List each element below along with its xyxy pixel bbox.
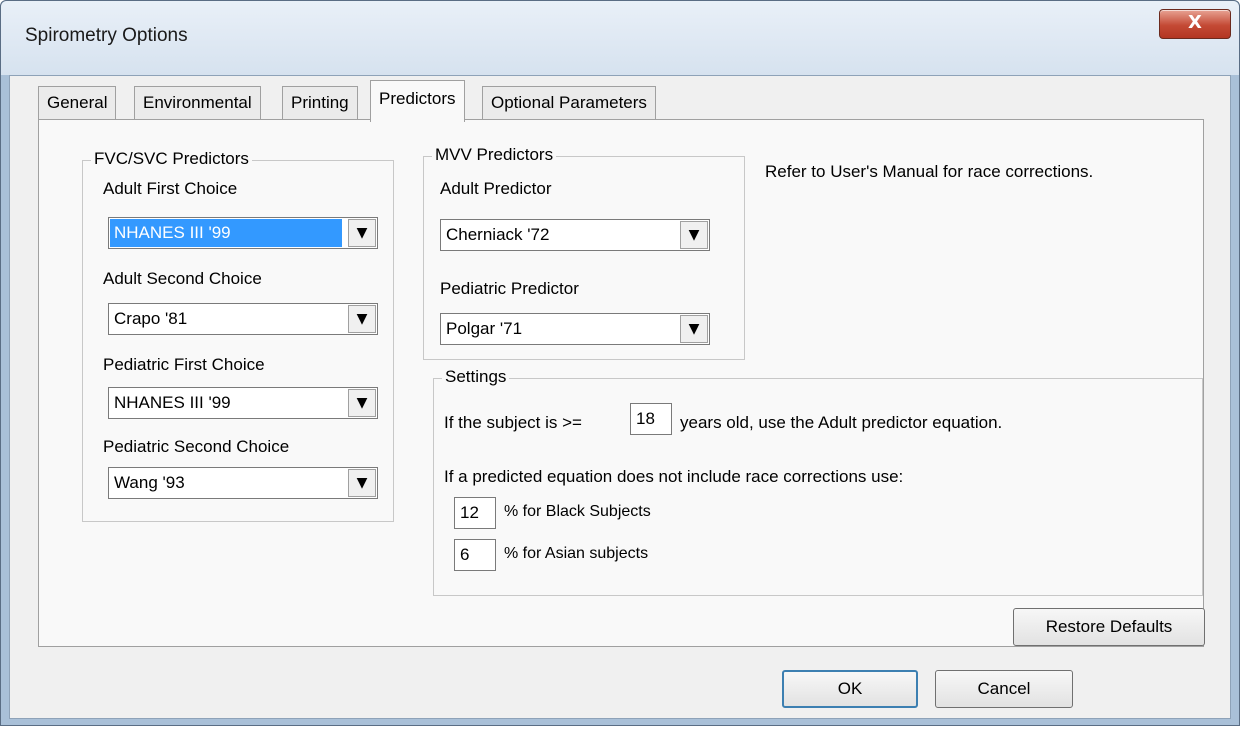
asian-subjects-label: % for Asian subjects	[504, 545, 649, 562]
window-title: Spirometry Options	[25, 25, 188, 46]
dialog-client-area: General Environmental Printing Predictor…	[9, 75, 1231, 719]
chevron-down-icon[interactable]: ▼	[680, 221, 708, 249]
tab-label: General	[47, 93, 108, 112]
chevron-down-icon[interactable]: ▼	[348, 469, 376, 497]
restore-defaults-button[interactable]: Restore Defaults	[1013, 608, 1205, 646]
tab-environmental[interactable]: Environmental	[134, 86, 261, 120]
age-threshold-suffix: years old, use the Adult predictor equat…	[680, 413, 1003, 432]
predictors-tab-panel: FVC/SVC Predictors Adult First Choice NH…	[38, 119, 1205, 647]
tab-predictors[interactable]: Predictors	[370, 80, 465, 122]
ok-button[interactable]: OK	[782, 670, 918, 708]
settings-group: Settings If the subject is >= 18 years o…	[433, 367, 1203, 596]
tab-general[interactable]: General	[38, 86, 117, 120]
title-bar[interactable]: Spirometry Options X	[1, 1, 1239, 75]
adult-age-threshold-input[interactable]: 18	[630, 403, 672, 435]
pediatric-second-choice-combo[interactable]: Wang '93 ▼	[108, 467, 378, 499]
combo-value: Polgar '71	[446, 319, 523, 338]
tab-optional-parameters[interactable]: Optional Parameters	[482, 86, 656, 120]
combo-value: NHANES III '99	[110, 219, 342, 247]
adult-first-choice-combo[interactable]: NHANES III '99 ▼	[108, 217, 378, 249]
mvv-pediatric-predictor-label: Pediatric Predictor	[440, 279, 579, 298]
tab-label: Predictors	[379, 89, 456, 108]
chevron-down-icon[interactable]: ▼	[680, 315, 708, 343]
mvv-pediatric-predictor-combo[interactable]: Polgar '71 ▼	[440, 313, 710, 345]
combo-value: Crapo '81	[114, 309, 188, 328]
combo-value: Wang '93	[114, 473, 185, 492]
adult-second-choice-combo[interactable]: Crapo '81 ▼	[108, 303, 378, 335]
dialog-window: Spirometry Options X General Environment…	[0, 0, 1240, 726]
black-subjects-label: % for Black Subjects	[504, 503, 651, 520]
tab-label: Optional Parameters	[491, 93, 647, 112]
combo-value: Cherniack '72	[446, 225, 550, 244]
group-title: Settings	[442, 367, 510, 387]
chevron-down-icon[interactable]: ▼	[348, 389, 376, 417]
mvv-adult-predictor-label: Adult Predictor	[440, 179, 552, 198]
pediatric-second-choice-label: Pediatric Second Choice	[103, 437, 290, 456]
pediatric-first-choice-combo[interactable]: NHANES III '99 ▼	[108, 387, 378, 419]
close-icon: X	[1188, 12, 1202, 33]
tab-printing[interactable]: Printing	[282, 86, 358, 120]
asian-subjects-percent-input[interactable]: 6	[454, 539, 496, 571]
race-corrections-intro: If a predicted equation does not include…	[444, 467, 904, 486]
mvv-predictors-group: MVV Predictors Adult Predictor Cherniack…	[423, 145, 745, 360]
race-corrections-note: Refer to User's Manual for race correcti…	[765, 162, 1094, 181]
adult-second-choice-label: Adult Second Choice	[103, 269, 262, 288]
close-button[interactable]: X	[1159, 9, 1231, 39]
chevron-down-icon[interactable]: ▼	[348, 219, 376, 247]
tab-label: Printing	[291, 93, 349, 112]
cancel-button[interactable]: Cancel	[935, 670, 1073, 708]
group-title: FVC/SVC Predictors	[91, 149, 252, 169]
combo-value: NHANES III '99	[114, 393, 231, 412]
fvc-svc-predictors-group: FVC/SVC Predictors Adult First Choice NH…	[82, 149, 394, 522]
tab-label: Environmental	[143, 93, 252, 112]
pediatric-first-choice-label: Pediatric First Choice	[103, 355, 265, 374]
mvv-adult-predictor-combo[interactable]: Cherniack '72 ▼	[440, 219, 710, 251]
age-threshold-prefix: If the subject is >=	[444, 413, 582, 432]
chevron-down-icon[interactable]: ▼	[348, 305, 376, 333]
adult-first-choice-label: Adult First Choice	[103, 179, 238, 198]
black-subjects-percent-input[interactable]: 12	[454, 497, 496, 529]
group-title: MVV Predictors	[432, 145, 557, 165]
